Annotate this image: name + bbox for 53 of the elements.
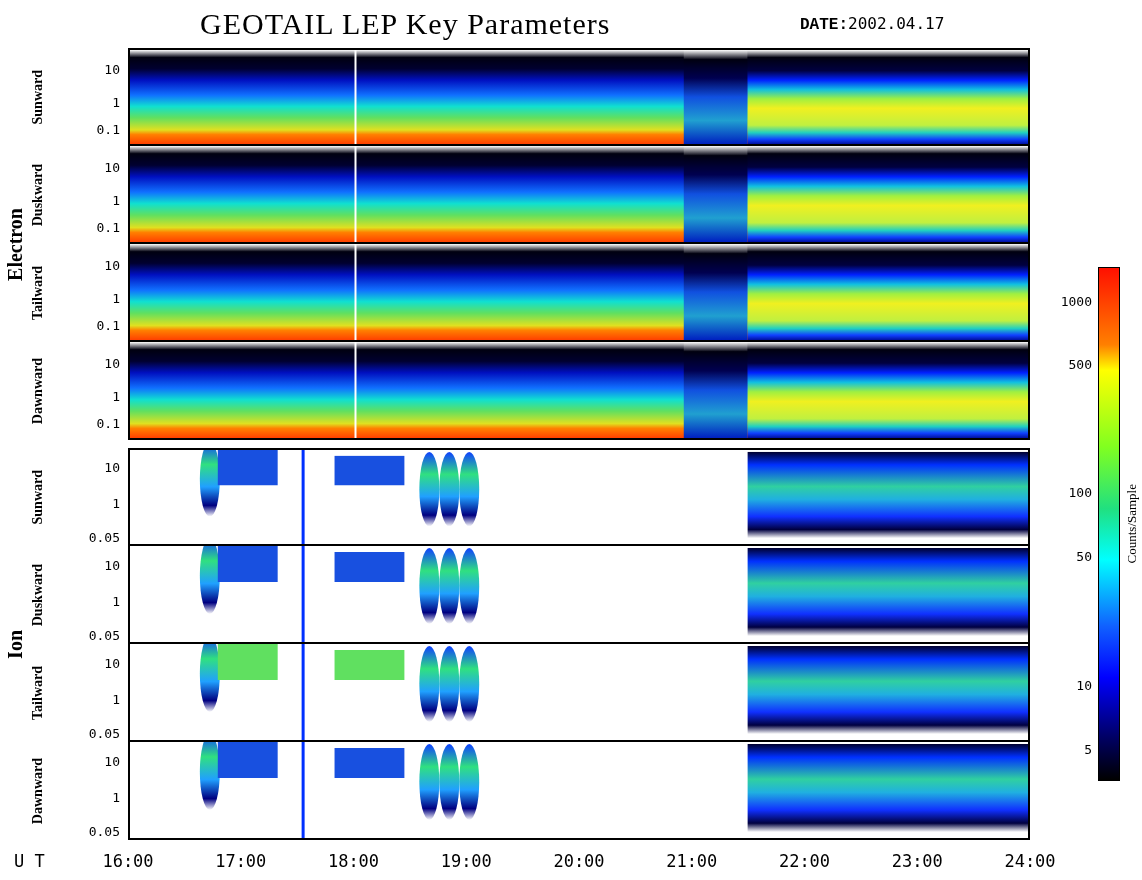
axis-tick-label: 16:00 <box>102 851 154 871</box>
axis-tick-label: 17:00 <box>215 851 267 871</box>
axis-tick-label: 10 <box>104 558 120 573</box>
axis-tick-label: 0.1 <box>96 123 120 138</box>
axis-tick-label: 1 <box>112 389 120 404</box>
date-label: DATE:2002.04.17 <box>800 14 945 34</box>
axis-tick-label: 21:00 <box>666 851 718 871</box>
colorbar-tick-label: 5 <box>1084 743 1092 758</box>
axis-tick-label: 0.05 <box>88 825 120 840</box>
colorbar-tick-label: 1000 <box>1060 294 1092 309</box>
group-label: Ion <box>2 629 27 659</box>
axis-tick-label: 10 <box>104 356 120 371</box>
colorbar-tick-label: 500 <box>1068 357 1092 372</box>
axis-tick-label: 10 <box>104 160 120 175</box>
panel-label: Duskward <box>30 163 46 227</box>
axis-tick-label: 0.1 <box>96 319 120 334</box>
axis-tick-label: 19:00 <box>440 851 492 871</box>
axis-tick-label: 10 <box>104 62 120 77</box>
chart-title: GEOTAIL LEP Key Parameters <box>200 7 612 41</box>
colorbar-tick-label: 50 <box>1076 550 1092 565</box>
axis-tick-label: 18:00 <box>327 851 380 871</box>
panel-label: Sunward <box>30 469 46 525</box>
axis-tick-label: 1 <box>112 95 120 110</box>
colorbar-tick-label: 10 <box>1076 678 1092 693</box>
axis-tick-label: 1 <box>112 594 120 609</box>
axis-tick-label: 23:00 <box>891 851 943 871</box>
panel-label: Dawnward <box>30 757 46 825</box>
axis-tick-label: 1 <box>112 193 120 208</box>
axis-tick-label: 1 <box>112 291 120 306</box>
panel-label: Sunward <box>30 69 46 125</box>
axis-tick-label: 1 <box>112 790 120 805</box>
axis-tick-label: 0.1 <box>96 417 120 432</box>
axis-tick-label: 10 <box>104 460 120 475</box>
axis-tick-label: 24:00 <box>1004 851 1056 871</box>
panel-label: Tailward <box>30 666 46 720</box>
axis-title: U T <box>13 851 46 871</box>
axis-tick-label: 0.05 <box>88 531 120 546</box>
axis-tick-label: 10 <box>104 754 120 769</box>
panel-label: Duskward <box>30 563 46 627</box>
colorbar-tick-label: 100 <box>1068 486 1092 501</box>
axis-tick-label: 10 <box>104 258 120 273</box>
axis-tick-label: 0.05 <box>88 629 120 644</box>
colorbar-label: Counts/Sample <box>1124 484 1140 564</box>
axis-tick-label: 1 <box>112 692 120 707</box>
panel-label: Tailward <box>30 266 46 320</box>
group-label: Electron <box>2 207 27 281</box>
axis-tick-label: 22:00 <box>778 851 831 871</box>
panel-label: Dawnward <box>30 357 46 425</box>
axis-tick-label: 20:00 <box>553 851 605 871</box>
axis-tick-label: 0.1 <box>96 221 120 236</box>
axis-tick-label: 1 <box>112 496 120 511</box>
axis-tick-label: 10 <box>104 656 120 671</box>
axis-tick-label: 0.05 <box>88 727 120 742</box>
